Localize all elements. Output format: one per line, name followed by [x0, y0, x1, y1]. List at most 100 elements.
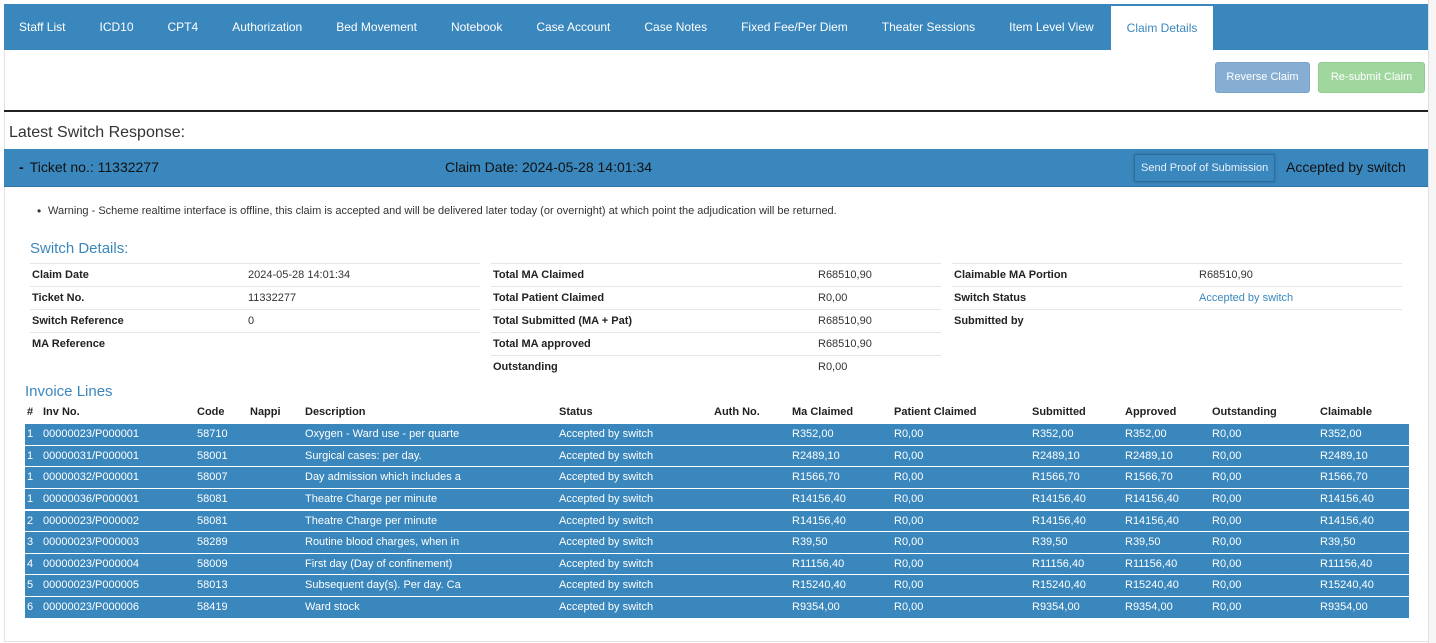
col-header-description: Description: [305, 406, 366, 418]
cell-ma-claimed: R2489,10: [792, 449, 840, 462]
switch-response-panel-header[interactable]: - Ticket no.: 11332277 Claim Date: 2024-0…: [4, 149, 1428, 187]
tab-bar: Staff List ICD10 CPT4 Authorization Bed …: [4, 4, 1428, 50]
tab-cpt4[interactable]: CPT4: [151, 4, 216, 50]
col-header-inv-no: Inv No.: [43, 406, 80, 418]
tab-fixed-fee[interactable]: Fixed Fee/Per Diem: [724, 4, 865, 50]
switch-details-col2: Total MA Claimed R68510,90 Total Patient …: [491, 263, 941, 378]
detail-row-switch-reference: Switch Reference 0: [30, 309, 480, 332]
detail-row-submitted-by: Submitted by: [952, 309, 1402, 332]
detail-value: R68510,90: [818, 315, 872, 327]
switch-status-link[interactable]: Accepted by switch: [1199, 287, 1293, 309]
cell-submitted: R14156,40: [1032, 514, 1086, 527]
switch-details-col1: Claim Date 2024-05-28 14:01:34 Ticket No.…: [30, 263, 480, 355]
cell-ma-claimed: R352,00: [792, 428, 834, 440]
cell-patient-claimed: R0,00: [894, 449, 924, 462]
detail-label: Switch Reference: [32, 315, 124, 327]
table-row[interactable]: 5 00000023/P000005 58013 Subsequent day(s).…: [25, 575, 1409, 596]
table-row[interactable]: 2 00000023/P000002 58081 Theatre Charge per…: [25, 510, 1409, 532]
cell-outstanding: R0,00: [1212, 514, 1242, 527]
tab-icd10[interactable]: ICD10: [82, 4, 150, 50]
cell-code: 58289: [197, 536, 228, 549]
detail-value: R68510,90: [818, 338, 872, 350]
cell-outstanding: R0,00: [1212, 471, 1242, 484]
detail-row-total-patient-claimed: Total Patient Claimed R0,00: [491, 286, 941, 309]
cell-patient-claimed: R0,00: [894, 579, 924, 592]
page-scrollbar[interactable]: [1428, 0, 1436, 643]
cell-description: Day admission which includes a: [305, 471, 461, 484]
detail-row-ticket-no: Ticket No. 11332277: [30, 286, 480, 309]
tab-theater-sessions[interactable]: Theater Sessions: [865, 4, 992, 50]
col-header-nappi: Nappi: [250, 406, 281, 418]
detail-label: Total Submitted (MA + Pat): [493, 315, 633, 327]
cell-description: Oxygen - Ward use - per quarte: [305, 428, 460, 440]
cell-inv-no: 00000031/P000001: [43, 449, 140, 462]
cell-description: First day (Day of confinement): [305, 557, 453, 570]
resubmit-claim-button[interactable]: Re-submit Claim: [1318, 62, 1425, 93]
claim-date: Claim Date: 2024-05-28 14:01:34: [445, 159, 653, 175]
detail-label: Claimable MA Portion: [954, 269, 1068, 281]
cell-ma-claimed: R15240,40: [792, 579, 846, 592]
cell-submitted: R2489,10: [1032, 449, 1080, 462]
detail-value: 2024-05-28 14:01:34: [248, 269, 351, 281]
cell-number: 6: [27, 601, 34, 614]
table-row[interactable]: 4 00000023/P000004 58009 First day (Day of …: [25, 553, 1409, 575]
cell-number: 5: [27, 579, 34, 592]
detail-row-switch-status: Switch Status Accepted by switch: [952, 286, 1402, 309]
cell-description: Theatre Charge per minute: [305, 492, 438, 505]
cell-description: Routine blood charges, when in: [305, 536, 460, 549]
cell-inv-no: 00000023/P000001: [43, 428, 140, 440]
table-row[interactable]: 1 00000031/P000001 58001 Surgical cases: pe…: [25, 445, 1409, 467]
latest-switch-heading: Latest Switch Response:: [9, 124, 186, 141]
table-row[interactable]: 1 00000036/P000001 58081 Theatre Charge per…: [25, 488, 1409, 510]
cell-status: Accepted by switch: [559, 449, 654, 462]
cell-inv-no: 00000023/P000004: [43, 557, 140, 570]
cell-ma-claimed: R39,50: [792, 536, 828, 549]
cell-number: 3: [27, 536, 34, 549]
cell-claimable: R39,50: [1320, 536, 1356, 549]
cell-inv-no: 00000023/P000005: [43, 579, 140, 592]
table-row[interactable]: 1 00000023/P000001 58710 Oxygen - Ward use …: [25, 424, 1409, 445]
detail-label: Submitted by: [954, 315, 1024, 327]
cell-ma-claimed: R14156,40: [792, 514, 846, 527]
col-header-auth-no: Auth No.: [714, 406, 760, 418]
detail-label: Total MA Claimed: [493, 269, 585, 281]
cell-ma-claimed: R11156,40: [792, 557, 845, 570]
cell-inv-no: 00000032/P000001: [43, 471, 140, 484]
table-row[interactable]: 1 00000032/P000001 58007 Day admission whic…: [25, 467, 1409, 488]
tab-case-notes[interactable]: Case Notes: [627, 4, 724, 50]
reverse-claim-button[interactable]: Reverse Claim: [1215, 62, 1310, 93]
tab-authorization[interactable]: Authorization: [215, 4, 319, 50]
tab-notebook[interactable]: Notebook: [434, 4, 519, 50]
cell-status: Accepted by switch: [559, 471, 654, 484]
cell-description: Subsequent day(s). Per day. Ca: [305, 579, 461, 592]
cell-outstanding: R0,00: [1212, 579, 1242, 592]
cell-approved: R14156,40: [1125, 492, 1179, 505]
cell-description: Surgical cases: per day.: [305, 449, 422, 462]
detail-value: R0,00: [818, 361, 848, 373]
invoice-lines-title: Invoice Lines: [25, 383, 113, 400]
tab-staff-list[interactable]: Staff List: [4, 4, 82, 50]
cell-approved: R11156,40: [1125, 557, 1178, 570]
collapse-icon[interactable]: -: [19, 159, 24, 175]
tab-item-level-view[interactable]: Item Level View: [992, 4, 1111, 50]
col-header-claimable: Claimable: [1320, 406, 1372, 418]
switch-details-title: Switch Details:: [30, 240, 129, 257]
cell-claimable: R2489,10: [1320, 449, 1368, 462]
tab-claim-details[interactable]: Claim Details: [1110, 6, 1214, 50]
cell-code: 58710: [197, 428, 228, 440]
tab-bed-movement[interactable]: Bed Movement: [319, 4, 434, 50]
cell-status: Accepted by switch: [559, 557, 654, 570]
cell-code: 58081: [197, 514, 228, 527]
table-row[interactable]: 3 00000023/P000003 58289 Routine blood char…: [25, 532, 1409, 553]
table-row[interactable]: 6 00000023/P000006 58419 Ward stock Accepted…: [25, 597, 1409, 618]
cell-number: 1: [27, 492, 34, 505]
send-proof-button[interactable]: Send Proof of Submission: [1134, 154, 1276, 182]
cell-inv-no: 00000023/P000006: [43, 601, 140, 614]
detail-row-ma-reference: MA Reference: [30, 332, 480, 355]
cell-submitted: R11156,40: [1032, 557, 1085, 570]
cell-ma-claimed: R14156,40: [792, 492, 846, 505]
tab-case-account[interactable]: Case Account: [519, 4, 627, 50]
cell-outstanding: R0,00: [1212, 557, 1242, 570]
col-header-approved: Approved: [1125, 406, 1177, 418]
col-header-ma-claimed: Ma Claimed: [792, 406, 854, 418]
